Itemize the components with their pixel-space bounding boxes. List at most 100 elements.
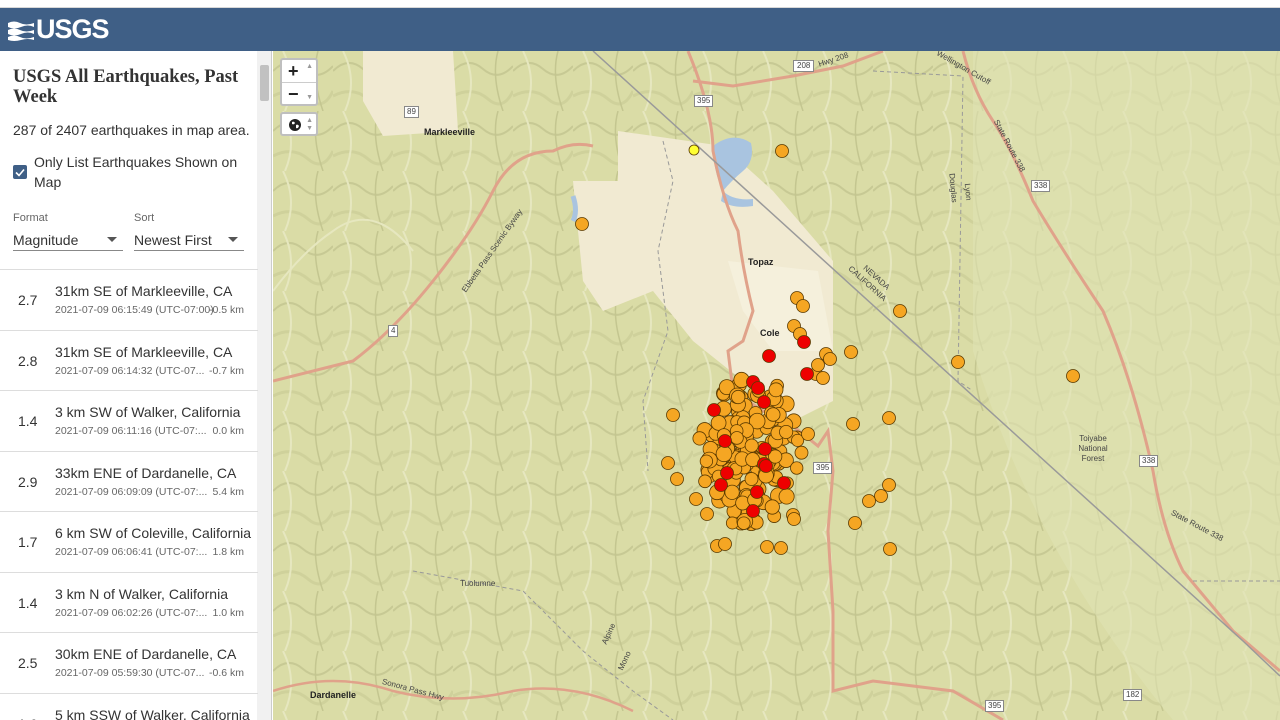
format-select[interactable]: Magnitude (13, 229, 123, 251)
earthquake-time: 2021-07-09 06:14:32 (UTC-07... (55, 364, 205, 377)
earthquake-list-item[interactable]: 1.7 6 km SW of Coleville, California 2021-… (0, 512, 258, 573)
earthquake-depth: -0.7 km (208, 364, 244, 377)
earthquake-marker[interactable] (765, 407, 781, 422)
earthquake-place: 3 km SW of Walker, California (55, 404, 241, 420)
usgs-logo[interactable]: USGS (8, 14, 110, 45)
earthquake-marker[interactable] (951, 355, 965, 369)
earthquake-marker[interactable] (862, 494, 876, 508)
earthquake-depth: -0.6 km (208, 667, 244, 679)
earthquake-marker[interactable] (730, 431, 744, 445)
only-list-shown-toggle[interactable]: Only List Earthquakes Shown on Map (13, 152, 248, 192)
earthquake-marker[interactable] (779, 424, 794, 440)
earthquake-marker[interactable] (811, 358, 825, 372)
earthquake-marker[interactable] (760, 540, 774, 554)
earthquake-marker[interactable] (801, 427, 815, 441)
earthquake-marker[interactable] (699, 454, 714, 468)
earthquake-marker[interactable] (1066, 369, 1080, 383)
earthquake-marker[interactable] (661, 456, 675, 470)
earthquake-marker[interactable] (757, 395, 771, 409)
earthquake-marker[interactable] (737, 516, 751, 530)
earthquake-magnitude: 2.7 (18, 292, 38, 308)
earthquake-depth: 0.0 km (212, 425, 244, 437)
earthquake-place: 31km SE of Markleeville, CA (55, 283, 233, 299)
earthquake-marker[interactable] (689, 492, 703, 506)
earthquake-list-item[interactable]: 2.9 33km ENE of Dardanelle, CA 2021-07-09 … (0, 452, 258, 512)
earthquake-marker[interactable] (846, 417, 860, 431)
earthquake-marker[interactable] (688, 144, 700, 156)
earthquake-depth: -0.5 km (208, 304, 244, 316)
earthquake-marker[interactable] (764, 499, 780, 515)
sidebar-scrollbar[interactable] (257, 51, 271, 720)
earthquake-marker[interactable] (751, 381, 765, 395)
earthquake-magnitude: 2.9 (18, 473, 38, 490)
earthquake-marker[interactable] (710, 415, 727, 431)
earthquake-time: 2021-07-09 06:15:49 (UTC-07:00) (55, 304, 214, 316)
earthquake-marker[interactable] (882, 478, 896, 492)
only-list-checkbox[interactable] (13, 165, 27, 179)
earthquake-list-item[interactable]: 1.4 3 km SW of Walker, California 2021-07-… (0, 391, 258, 452)
sidebar-scrollbar-thumb[interactable] (260, 65, 269, 101)
browser-top-strip (0, 0, 1280, 8)
earthquake-marker[interactable] (692, 431, 707, 446)
earthquake-marker[interactable] (670, 472, 684, 486)
earthquake-marker[interactable] (797, 335, 811, 349)
earthquake-time: 2021-07-09 06:09:09 (UTC-07:... (55, 485, 208, 498)
map-view[interactable]: + − ▲ ▼ ▲ ▼ Markleeville Topaz Cole Dard… (273, 51, 1280, 720)
earthquake-marker[interactable] (707, 403, 721, 417)
earthquake-magnitude: 2.8 (18, 352, 38, 369)
earthquake-list: 2.7 31km SE of Markleeville, CA 2021-07-09… (0, 269, 258, 720)
earthquake-marker[interactable] (750, 485, 764, 499)
earthquake-marker[interactable] (787, 512, 801, 526)
earthquake-marker[interactable] (882, 411, 896, 425)
earthquake-marker[interactable] (746, 504, 760, 518)
earthquake-marker[interactable] (714, 478, 728, 492)
earthquake-marker[interactable] (744, 472, 759, 486)
earthquake-marker[interactable] (731, 389, 746, 405)
earthquake-marker[interactable] (718, 537, 732, 551)
earthquake-marker[interactable] (790, 461, 804, 475)
earthquake-depth: 5.4 km (212, 485, 244, 498)
earthquake-place: 3 km N of Walker, California (55, 585, 228, 602)
earthquake-marker[interactable] (796, 299, 810, 313)
earthquake-marker[interactable] (700, 507, 714, 521)
checkmark-icon (15, 168, 25, 177)
sort-value: Newest First (134, 231, 212, 248)
earthquake-marker[interactable] (768, 382, 784, 398)
earthquake-marker[interactable] (844, 345, 858, 359)
earthquake-marker[interactable] (720, 466, 734, 480)
earthquake-marker[interactable] (823, 352, 837, 366)
earthquake-marker[interactable] (575, 217, 589, 231)
earthquake-marker[interactable] (778, 488, 795, 505)
earthquake-list-item[interactable]: 2.5 30km ENE of Dardanelle, CA 2021-07-09 … (0, 633, 258, 694)
sort-select[interactable]: Newest First (134, 229, 244, 251)
earthquake-marker[interactable] (759, 459, 773, 473)
earthquake-marker[interactable] (762, 349, 776, 363)
earthquake-place: 31km SE of Markleeville, CA (55, 343, 233, 360)
format-label: Format (13, 212, 48, 224)
earthquake-time: 2021-07-09 06:02:26 (UTC-07:... (55, 606, 208, 619)
earthquake-list-item[interactable]: 2.8 31km SE of Markleeville, CA 2021-07-09… (0, 331, 258, 391)
earthquake-marker[interactable] (758, 442, 772, 456)
earthquake-marker[interactable] (794, 445, 809, 460)
earthquake-marker[interactable] (874, 489, 888, 503)
earthquake-marker[interactable] (816, 371, 830, 385)
earthquake-list-item[interactable]: 2.7 31km SE of Markleeville, CA 2021-07-09… (0, 270, 258, 331)
earthquake-marker[interactable] (715, 445, 733, 463)
earthquake-marker[interactable] (744, 438, 759, 453)
earthquake-marker[interactable] (718, 434, 732, 448)
earthquake-marker[interactable] (777, 476, 791, 490)
earthquake-marker[interactable] (775, 144, 789, 158)
earthquake-marker[interactable] (774, 541, 788, 555)
earthquake-list-item[interactable]: 1.4 3 km N of Walker, California 2021-07-0… (0, 573, 258, 633)
earthquake-marker[interactable] (883, 542, 897, 556)
earthquake-count: 287 of 2407 earthquakes in map area. (13, 122, 250, 138)
earthquake-place: 30km ENE of Dardanelle, CA (55, 646, 237, 662)
earthquake-marker[interactable] (800, 367, 814, 381)
earthquake-marker[interactable] (893, 304, 907, 318)
earthquake-time: 2021-07-09 06:06:41 (UTC-07:... (55, 546, 208, 558)
earthquake-marker[interactable] (848, 516, 862, 530)
earthquake-marker[interactable] (666, 408, 680, 422)
earthquake-magnitude: 1.4 (18, 413, 38, 429)
earthquake-marker[interactable] (698, 474, 712, 489)
earthquake-list-item[interactable]: 1.6 5 km SSW of Walker, California (0, 694, 258, 720)
